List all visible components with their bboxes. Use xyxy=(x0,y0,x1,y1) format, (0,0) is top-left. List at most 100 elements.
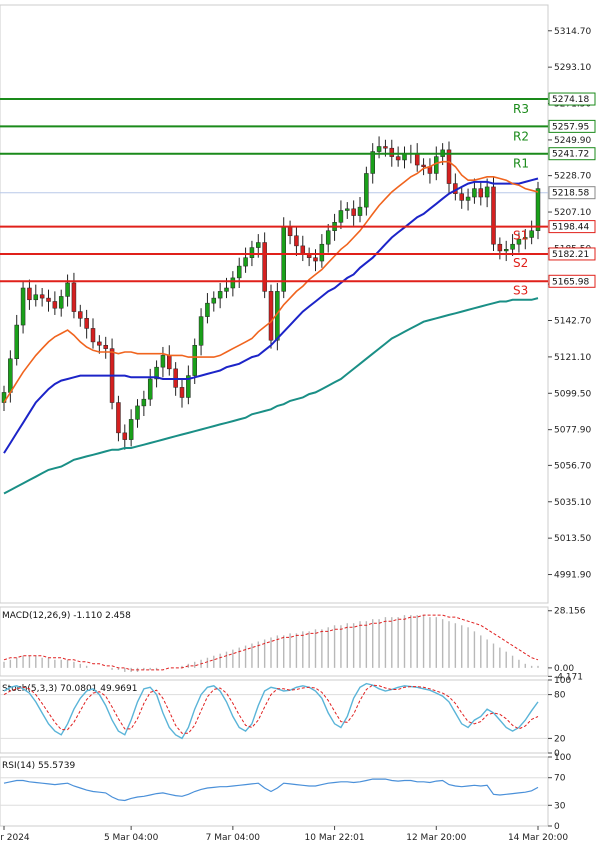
candle-body xyxy=(224,287,229,292)
x-axis: 1 Mar 2024 5 Mar 04:00 7 Mar 04:00 10 Mar 2… xyxy=(0,826,568,843)
rsi-panel: 100 70 30 0 RSI(14) 55.5739 xyxy=(0,753,571,832)
candle-body xyxy=(211,297,217,304)
candle-body xyxy=(20,287,26,326)
candle-body xyxy=(484,186,490,198)
candle-body xyxy=(217,291,223,299)
candle-body xyxy=(338,210,344,223)
x-tick-label: 12 Mar 20:00 xyxy=(406,833,466,843)
main-y-tick-label: 5249.90 xyxy=(554,136,591,146)
candle-body xyxy=(8,358,13,393)
candle-body xyxy=(65,282,70,297)
rsi-title: RSI(14) 55.5739 xyxy=(2,761,75,771)
candle-body xyxy=(325,230,331,245)
candle-body xyxy=(52,301,58,309)
level-price-label: 5165.98 xyxy=(552,277,589,287)
level-label-s2: S2 xyxy=(513,256,528,270)
candle-body xyxy=(249,247,255,258)
candle-body xyxy=(58,296,64,309)
main-plot-area xyxy=(0,4,549,604)
x-tick-label: 1 Mar 2024 xyxy=(0,833,30,843)
candle-body xyxy=(90,328,96,343)
candle-body xyxy=(236,265,242,279)
candle-body xyxy=(128,419,134,440)
candle-body xyxy=(446,149,452,184)
x-tick-label: 5 Mar 04:00 xyxy=(104,833,159,843)
candle-body xyxy=(122,432,128,440)
candle-body xyxy=(319,243,325,262)
x-tick-label: 10 Mar 22:01 xyxy=(305,833,365,843)
main-y-tick-label: 5099.50 xyxy=(554,389,591,399)
candle-body xyxy=(478,188,484,198)
candle-body xyxy=(294,235,299,247)
chart-root: 5314.705293.105271.505249.905228.705207.… xyxy=(0,4,596,843)
candle-body xyxy=(287,227,293,237)
candle-body xyxy=(78,311,83,319)
stoch-panel: 10080200Stoch(5,3,3) 70.0801 49.9691 xyxy=(0,676,571,759)
candle-body xyxy=(313,257,318,262)
candle-body xyxy=(389,147,395,157)
candle-body xyxy=(141,398,147,407)
stoch-y-tick-label: 80 xyxy=(554,691,566,701)
candle-body xyxy=(414,152,420,166)
main-y-tick-label: 5013.50 xyxy=(554,534,591,544)
candle-body xyxy=(243,257,248,267)
candle-body xyxy=(97,341,102,346)
macd-y-tick-label: 28.156 xyxy=(554,607,586,617)
stoch-y-tick-label: 100 xyxy=(554,676,571,686)
rsi-y-tick-label: 0 xyxy=(554,822,560,832)
candle-body xyxy=(497,243,503,252)
level-price-label: 5241.72 xyxy=(552,150,589,160)
level-label-r1: R1 xyxy=(513,157,529,171)
main-price-panel: 5314.705293.105271.505249.905228.705207.… xyxy=(0,4,596,604)
candle-body xyxy=(268,291,274,341)
level-label-r3: R3 xyxy=(513,102,529,116)
candle-body xyxy=(71,282,77,312)
rsi-y-tick-label: 100 xyxy=(554,753,571,763)
rsi-y-tick-label: 30 xyxy=(554,801,566,811)
candle-body xyxy=(39,294,45,299)
macd-panel: 28.1560.00-4.171MACD(12,26,9) -1.110 2.4… xyxy=(0,606,586,682)
main-y-tick-label: 5228.70 xyxy=(554,172,591,182)
candle-body xyxy=(167,355,172,370)
main-y-tick-label: 5077.90 xyxy=(554,426,591,436)
candle-body xyxy=(116,402,121,434)
candle-body xyxy=(472,188,477,198)
main-y-tick-label: 5035.10 xyxy=(554,498,591,508)
candle-body xyxy=(395,156,401,161)
macd-title: MACD(12,26,9) -1.110 2.458 xyxy=(2,611,131,621)
level-price-label: 5198.44 xyxy=(552,223,589,233)
stoch-y-tick-label: 20 xyxy=(554,734,566,744)
level-price-label: 5182.21 xyxy=(552,250,589,260)
candle-body xyxy=(179,387,185,398)
candle-body xyxy=(103,345,108,349)
main-y-tick-label: 5121.10 xyxy=(554,353,591,363)
main-y-tick-label: 4991.90 xyxy=(554,571,591,581)
candle-body xyxy=(529,230,534,238)
candle-body xyxy=(510,243,515,250)
x-tick-label: 14 Mar 20:00 xyxy=(508,833,568,843)
candle-body xyxy=(383,146,388,149)
level-price-label: 5274.18 xyxy=(552,95,589,105)
candle-body xyxy=(14,324,19,359)
main-y-tick-label: 5293.10 xyxy=(554,63,591,73)
rsi-panel-area xyxy=(0,756,549,827)
candle-body xyxy=(198,316,204,346)
level-label-r2: R2 xyxy=(513,129,529,143)
candle-body xyxy=(351,208,356,216)
level-label-s3: S3 xyxy=(513,283,528,297)
candle-body xyxy=(345,208,350,211)
level-label-s1: S1 xyxy=(513,229,528,243)
candle-body xyxy=(503,249,509,252)
candle-body xyxy=(147,378,153,400)
candle-body xyxy=(135,405,140,420)
candle-body xyxy=(370,151,375,174)
main-y-tick-label: 5207.10 xyxy=(554,208,591,218)
candle-body xyxy=(192,345,197,376)
candle-body xyxy=(205,302,210,317)
candle-body xyxy=(357,206,363,216)
main-y-tick-label: 5314.70 xyxy=(554,27,591,37)
main-y-tick-label: 5056.70 xyxy=(554,461,591,471)
candle-body xyxy=(84,318,89,329)
candle-body xyxy=(434,156,439,174)
x-tick-label: 7 Mar 04:00 xyxy=(206,833,261,843)
